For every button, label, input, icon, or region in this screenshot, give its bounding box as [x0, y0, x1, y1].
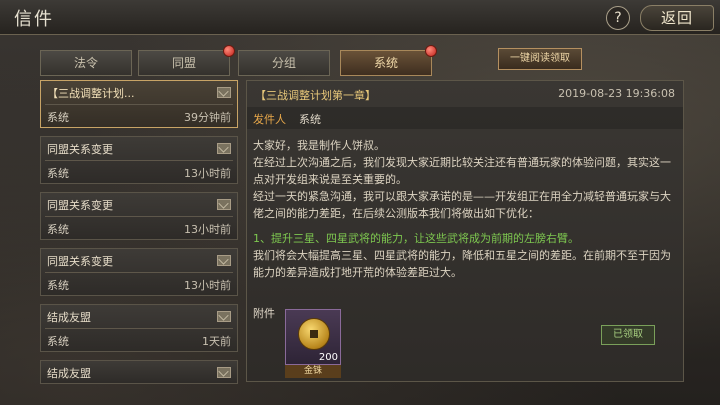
- divider: [45, 104, 233, 105]
- envelope-icon: [217, 87, 231, 98]
- envelope-icon: [217, 311, 231, 322]
- tab-decree[interactable]: 法令: [40, 50, 132, 76]
- coin-icon: [298, 318, 330, 350]
- mail-title: 同盟关系变更: [47, 199, 113, 212]
- mail-title: 同盟关系变更: [47, 143, 113, 156]
- help-button[interactable]: ?: [606, 6, 630, 30]
- attachment-label: 附件: [253, 307, 275, 320]
- body-paragraph: 在经过上次沟通之后，我们发现大家近期比较关注还有普通玩家的体验问题，其实这一点对…: [253, 156, 671, 186]
- mail-title: 结成友盟: [47, 367, 91, 380]
- mail-time: 39分钟前: [184, 111, 231, 124]
- page-title: 信件: [14, 9, 54, 30]
- mail-body[interactable]: 大家好，我是制作人饼叔。 在经过上次沟通之后，我们发现大家近期比较关注还有普通玩…: [253, 137, 675, 281]
- top-bar: 信件 ? 返回: [0, 0, 720, 35]
- tab-system[interactable]: 系统: [340, 45, 437, 76]
- claimed-button[interactable]: 已领取: [601, 325, 655, 345]
- envelope-icon: [217, 143, 231, 154]
- mail-sender: 系统: [47, 223, 69, 236]
- mail-list-item[interactable]: 结成友盟 系统 1天前: [40, 304, 238, 352]
- mail-time: 1天前: [202, 335, 231, 348]
- mail-detail-date: 2019-08-23 19:36:08: [558, 87, 675, 100]
- notification-dot-icon: [223, 45, 235, 57]
- mail-title: 【三战调整计划...: [47, 87, 135, 100]
- highlight-paragraph: 1、提升三星、四星武将的能力，让这些武将成为前期的左膀右臂。: [253, 232, 579, 245]
- mail-time: 13小时前: [184, 167, 231, 180]
- attachment-quantity: 200: [318, 352, 338, 363]
- envelope-icon: [217, 367, 231, 378]
- mail-list-item[interactable]: 【三战调整计划... 系统 39分钟前: [40, 80, 238, 128]
- mail-sender: 系统: [47, 167, 69, 180]
- mail-sender: 系统: [47, 279, 69, 292]
- mail-sender: 系统: [47, 335, 69, 348]
- envelope-icon: [217, 199, 231, 210]
- mail-title: 结成友盟: [47, 311, 91, 324]
- mail-detail-panel: 【三战调整计划第一章】 2019-08-23 19:36:08 发件人 系统 大…: [246, 80, 684, 382]
- sender-row: 发件人 系统: [247, 107, 683, 129]
- one-key-read-claim-button[interactable]: 一键阅读领取: [498, 48, 582, 70]
- sender-label: 发件人: [253, 113, 286, 126]
- mail-time: 13小时前: [184, 223, 231, 236]
- notification-dot-icon: [425, 45, 437, 57]
- back-button[interactable]: 返回: [640, 5, 714, 31]
- mail-list-item[interactable]: 同盟关系变更 系统 13小时前: [40, 248, 238, 296]
- tab-alliance[interactable]: 同盟: [138, 45, 235, 76]
- mail-list-item[interactable]: 同盟关系变更 系统 13小时前: [40, 192, 238, 240]
- divider: [45, 216, 233, 217]
- envelope-icon: [217, 255, 231, 266]
- sender-value: 系统: [299, 113, 321, 126]
- mail-sender: 系统: [47, 111, 69, 124]
- body-paragraph: 大家好，我是制作人饼叔。: [253, 139, 385, 152]
- attachment-slot[interactable]: 200: [285, 309, 341, 365]
- attachment-name: 金铢: [285, 365, 341, 378]
- mail-time: 13小时前: [184, 279, 231, 292]
- divider: [45, 160, 233, 161]
- tab-group[interactable]: 分组: [238, 50, 330, 76]
- mail-detail-title: 【三战调整计划第一章】: [255, 89, 376, 102]
- body-paragraph: 经过一天的紧急沟通，我可以跟大家承诺的是——开发组正在用全力减轻普通玩家与大佬之…: [253, 190, 671, 220]
- body-paragraph: 我们将会大幅提高三星、四星武将的能力，降低和五星之间的差距。在前期不至于因为能力…: [253, 249, 671, 279]
- mail-title: 同盟关系变更: [47, 255, 113, 268]
- divider: [45, 272, 233, 273]
- mail-list-item[interactable]: 同盟关系变更 系统 13小时前: [40, 136, 238, 184]
- mail-list-item[interactable]: 结成友盟: [40, 360, 238, 384]
- divider: [45, 328, 233, 329]
